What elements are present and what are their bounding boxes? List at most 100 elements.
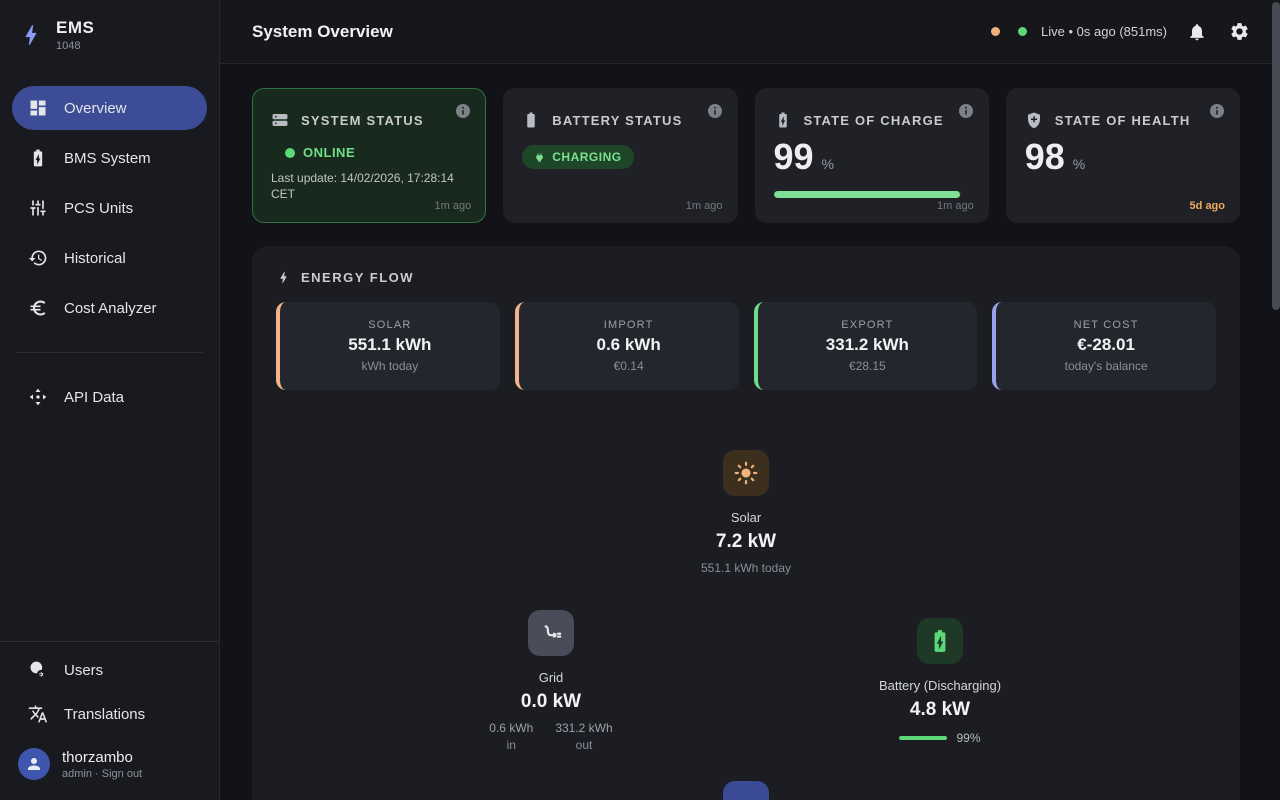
info-icon[interactable] [707,103,723,119]
soh-unit: % [1073,156,1085,175]
profile-role: admin · [62,768,99,780]
solar-node: Solar 7.2 kW 551.1 kWh today [636,450,856,575]
bolt-icon [276,270,291,285]
card-timestamp: 5d ago [1190,200,1225,212]
user-profile[interactable]: thorzambo admin · Sign out [0,736,219,796]
node-value: 0.0 kW [441,691,661,713]
sidebar-item-bms-system[interactable]: BMS System [12,136,207,180]
node-sub: 551.1 kWh today [636,561,856,575]
sidebar-item-overview[interactable]: Overview [12,86,207,130]
sidebar-item-label: Historical [64,250,126,267]
battery-bolt-icon [917,618,963,664]
export-stat-card: EXPORT 331.2 kWh €28.15 [754,302,978,390]
content: SYSTEM STATUS ONLINE Last update: 14/02/… [220,64,1280,800]
stat-label: SOLAR [368,319,411,331]
translate-icon [28,704,48,724]
battery-bolt-icon [774,111,792,129]
plug-cable-icon [528,610,574,656]
stat-value: €-28.01 [1077,335,1135,355]
grid-import-col: 0.6 kWh in [489,721,533,752]
status-cards-row: SYSTEM STATUS ONLINE Last update: 14/02/… [252,88,1240,223]
plug-icon [534,152,545,163]
sidebar-item-users[interactable]: Users [12,648,207,692]
card-timestamp: 1m ago [435,200,472,212]
node-label: Solar [636,510,856,525]
app-id: 1048 [56,40,94,52]
stat-value: 551.1 kWh [348,335,431,355]
node-label: Battery (Discharging) [830,678,1050,693]
stat-value: 331.2 kWh [826,335,909,355]
gear-icon[interactable] [1227,19,1252,44]
soh-value: 98 [1025,139,1065,175]
sidebar-item-label: Overview [64,100,127,117]
battery-percent: 99% [956,731,980,745]
soc-value: 99 [774,139,814,175]
system-status-card: SYSTEM STATUS ONLINE Last update: 14/02/… [252,88,486,223]
charging-badge: CHARGING [522,145,633,169]
stat-sub: €0.14 [614,359,644,373]
grid-in-value: 0.6 kWh [489,721,533,735]
stat-value: 0.6 kWh [597,335,661,355]
server-icon [271,111,289,129]
lightning-bolt-icon [18,22,44,48]
sidebar-divider [16,352,203,353]
card-title: STATE OF CHARGE [804,113,944,128]
solar-stat-card: SOLAR 551.1 kWh kWh today [276,302,500,390]
sidebar-item-api-data[interactable]: API Data [12,375,207,419]
euro-icon [28,298,48,318]
info-icon[interactable] [1209,103,1225,119]
card-timestamp: 1m ago [937,200,974,212]
state-of-health-card: STATE OF HEALTH 98 % 5d ago [1006,88,1240,223]
dashboard-icon [28,98,48,118]
grid-in-label: in [489,738,533,752]
grid-node: Grid 0.0 kW 0.6 kWh in 331.2 kWh out [441,610,661,752]
grid-export-col: 331.2 kWh out [555,721,612,752]
battery-status-card: BATTERY STATUS CHARGING 1m ago [503,88,737,223]
sidebar-nav: Overview BMS System PCS Units Historical… [0,86,219,419]
sidebar-item-translations[interactable]: Translations [12,692,207,736]
card-title: SYSTEM STATUS [301,113,424,128]
profile-meta: admin · Sign out [62,768,142,780]
sidebar-item-historical[interactable]: Historical [12,236,207,280]
top-header: System Overview Live • 0s ago (851ms) [220,0,1280,64]
net-cost-stat-card: NET COST €-28.01 today's balance [992,302,1216,390]
soc-unit: % [822,156,834,175]
shield-plus-icon [1025,111,1043,129]
profile-username: thorzambo [62,749,142,766]
online-status: ONLINE [303,145,355,160]
sun-icon [723,450,769,496]
battery-node: Battery (Discharging) 4.8 kW 99% [830,618,1050,745]
info-icon[interactable] [958,103,974,119]
stat-label: NET COST [1074,319,1139,331]
scrollbar-thumb[interactable] [1272,2,1280,310]
page-title: System Overview [252,22,393,42]
sidebar-item-cost-analyzer[interactable]: Cost Analyzer [12,286,207,330]
sidebar-item-label: BMS System [64,150,151,167]
import-stat-card: IMPORT 0.6 kWh €0.14 [515,302,739,390]
battery-progress-track [899,736,947,740]
sidebar-item-pcs-units[interactable]: PCS Units [12,186,207,230]
panel-title: ENERGY FLOW [301,270,414,285]
card-title: BATTERY STATUS [552,113,682,128]
online-dot [285,148,295,158]
node-value: 4.8 kW [830,699,1050,721]
live-status-dot [1018,27,1027,36]
app-logo: EMS 1048 [0,18,219,52]
node-value: 7.2 kW [636,531,856,553]
grid-out-value: 331.2 kWh [555,721,612,735]
user-gear-icon [28,660,48,680]
card-title: STATE OF HEALTH [1055,113,1191,128]
badge-label: CHARGING [552,150,621,164]
dpad-icon [28,387,48,407]
bell-icon[interactable] [1185,20,1209,44]
battery-icon [522,111,540,129]
last-update-text: Last update: 14/02/2026, 17:28:14 CET [271,170,467,202]
signout-link[interactable]: Sign out [102,768,142,780]
live-status-text: Live • 0s ago (851ms) [1041,24,1167,39]
sidebar-item-label: Users [64,662,103,679]
stat-label: IMPORT [604,319,654,331]
sidebar-bottom: Users Translations thorzambo admin · Sig… [0,641,219,800]
info-icon[interactable] [455,103,471,119]
flow-diagram: Solar 7.2 kW 551.1 kWh today Grid 0.0 kW… [276,390,1216,800]
app-name: EMS [56,18,94,38]
